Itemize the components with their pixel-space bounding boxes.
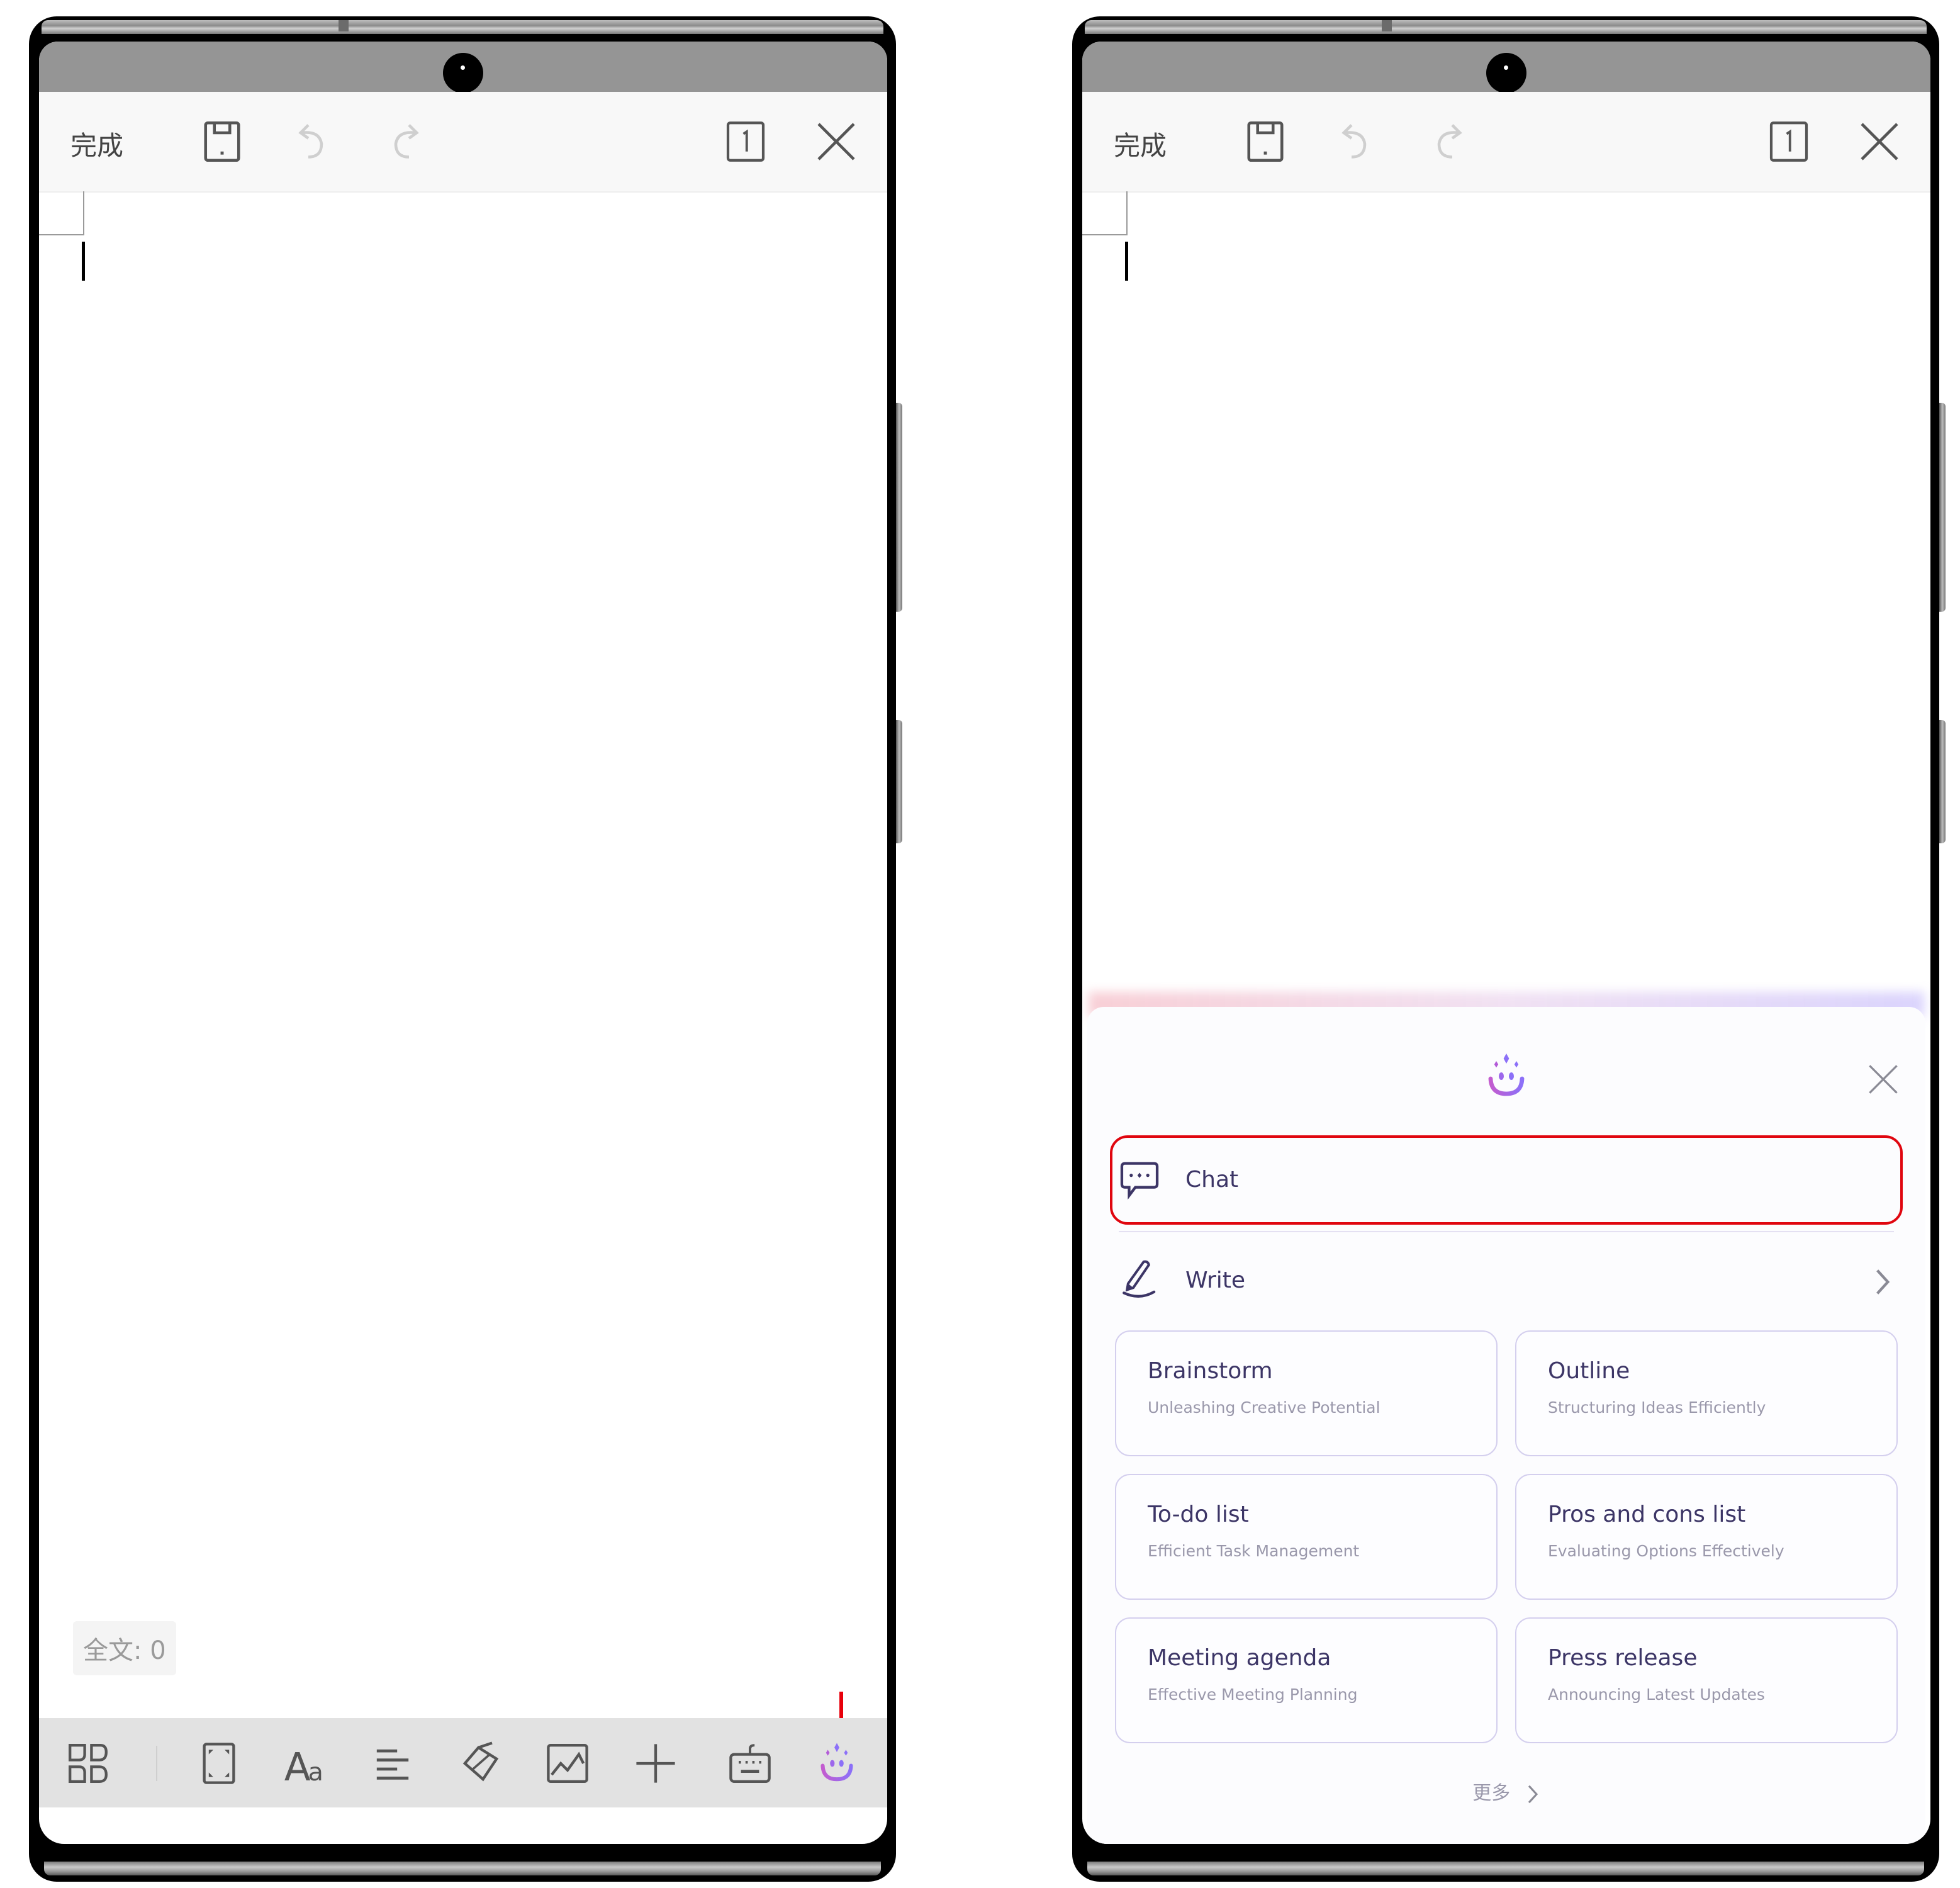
card-title: Meeting agenda [1148,1645,1331,1671]
ai-assistant-icon[interactable] [814,1741,860,1786]
card-title: Press release [1548,1645,1698,1671]
undo-icon[interactable] [1334,120,1378,164]
chat-option[interactable]: Chat [1110,1135,1903,1225]
toolbar-divider [156,1746,157,1781]
chat-label: Chat [1185,1167,1239,1193]
card-subtitle: Efficient Task Management [1148,1542,1360,1560]
redo-icon[interactable] [383,120,427,164]
phone-right: 完成 Chat Write Brainstorm Unleashing Crea… [1072,16,1946,1882]
side-button-power [896,720,902,843]
card-subtitle: Unleashing Creative Potential [1148,1398,1380,1417]
card-subtitle: Announcing Latest Updates [1548,1685,1765,1704]
text-format-icon[interactable] [283,1741,328,1786]
editor-top-toolbar: 完成 [39,92,887,193]
text-cursor [82,242,85,281]
card-subtitle: Effective Meeting Planning [1148,1685,1358,1704]
more-button[interactable]: 更多 [1087,1777,1925,1806]
image-icon[interactable] [545,1741,590,1786]
phone-rim-bottom [44,1862,881,1875]
card-subtitle: Evaluating Options Effectively [1548,1542,1784,1560]
write-label: Write [1185,1267,1246,1293]
side-button-volume [1939,403,1946,612]
card-title: Brainstorm [1148,1358,1273,1384]
phone-antenna-mark [1382,20,1392,31]
done-button[interactable]: 完成 [1114,125,1167,163]
phone-rim-bottom [1087,1862,1924,1875]
phone-antenna-mark [339,20,349,31]
insert-icon[interactable] [633,1741,678,1786]
eraser-icon[interactable] [458,1741,503,1786]
editor-bottom-toolbar [39,1718,887,1807]
phone-rim-top [1085,20,1927,34]
divider [1119,1231,1894,1232]
phone-left: 完成 全文: 0 [29,16,902,1882]
more-label: 更多 [1472,1782,1511,1804]
chat-bubble-icon [1119,1159,1160,1201]
template-card-outline[interactable]: Outline Structuring Ideas Efficiently [1515,1330,1898,1456]
text-cursor [1125,242,1128,281]
chevron-right-icon [1871,1266,1894,1298]
undo-icon[interactable] [291,120,335,164]
redo-icon[interactable] [1426,120,1470,164]
page-count-icon[interactable] [1767,120,1811,164]
write-option[interactable]: Write [1110,1240,1903,1323]
front-camera [443,53,483,93]
side-button-volume [896,403,902,612]
template-card-press-release[interactable]: Press release Announcing Latest Updates [1515,1617,1898,1743]
template-card-meeting-agenda[interactable]: Meeting agenda Effective Meeting Plannin… [1115,1617,1498,1743]
keyboard-icon[interactable] [727,1741,773,1786]
close-panel-icon[interactable] [1866,1062,1900,1096]
page-layout-icon[interactable] [196,1741,242,1786]
page-margin-corner [1082,191,1128,235]
phone-rim-top [42,20,883,34]
side-button-power [1939,720,1946,843]
page-count-icon[interactable] [724,120,768,164]
close-icon[interactable] [814,120,858,164]
pen-icon [1119,1259,1160,1300]
word-count-badge: 全文: 0 [73,1621,176,1675]
template-card-brainstorm[interactable]: Brainstorm Unleashing Creative Potential [1115,1330,1498,1456]
close-icon[interactable] [1857,120,1901,164]
save-icon[interactable] [200,120,244,164]
card-title: Outline [1548,1358,1630,1384]
align-icon[interactable] [370,1741,415,1786]
template-card-pros-cons[interactable]: Pros and cons list Evaluating Options Ef… [1515,1474,1898,1600]
card-title: Pros and cons list [1548,1502,1746,1527]
ai-assistant-panel: Chat Write Brainstorm Unleashing Creativ… [1087,1007,1925,1844]
card-title: To-do list [1148,1502,1249,1527]
front-camera [1486,53,1526,93]
screen-editor-ai: 完成 Chat Write Brainstorm Unleashing Crea… [1082,42,1930,1844]
chevron-right-icon [1525,1783,1540,1806]
editor-top-toolbar: 完成 [1082,92,1930,193]
ai-assistant-icon [1481,1051,1532,1101]
apps-icon[interactable] [65,1741,111,1786]
card-subtitle: Structuring Ideas Efficiently [1548,1398,1766,1417]
page-margin-corner [39,191,84,235]
template-card-todo[interactable]: To-do list Efficient Task Management [1115,1474,1498,1600]
save-icon[interactable] [1243,120,1287,164]
done-button[interactable]: 完成 [70,125,123,163]
screen-editor: 完成 全文: 0 [39,42,887,1844]
